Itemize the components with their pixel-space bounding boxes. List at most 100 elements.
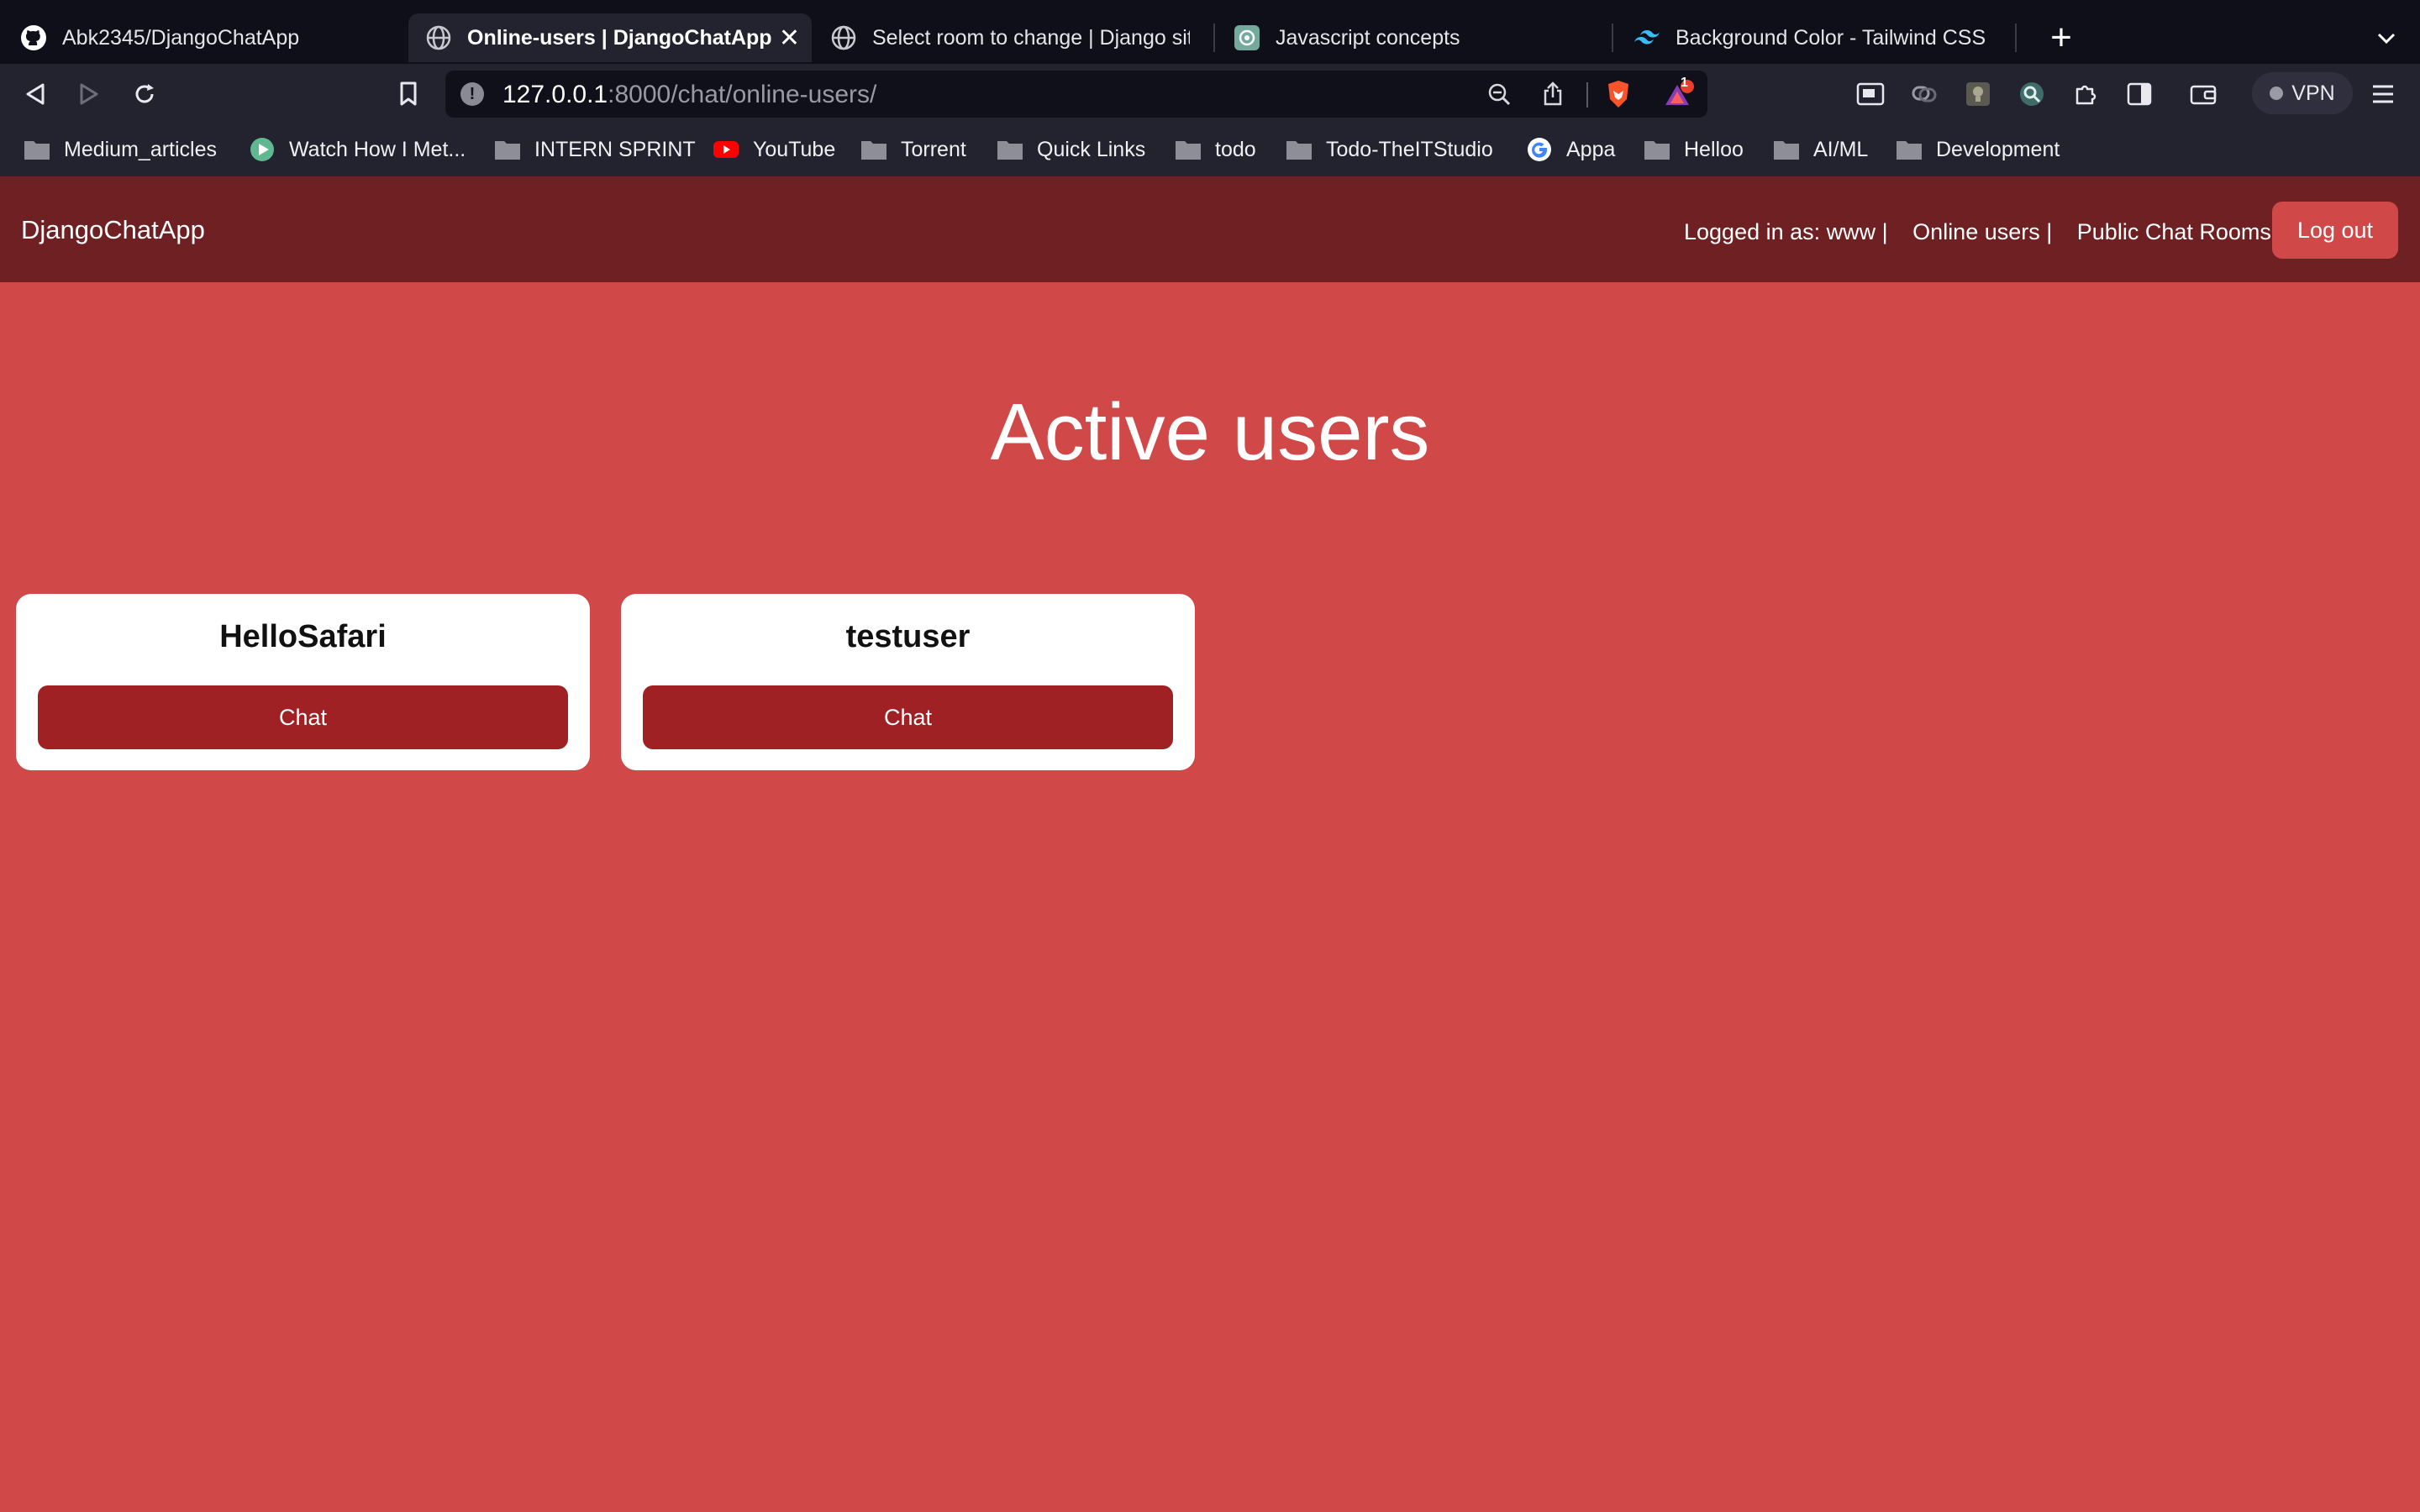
tab-title: Select room to change | Django site (872, 25, 1190, 50)
page-title: Active users (990, 387, 1430, 477)
bookmark-label: Development (1936, 137, 2060, 161)
wallet-icon[interactable] (2185, 76, 2222, 113)
extension-bulb-icon[interactable] (1960, 76, 1996, 113)
tab-title: Javascript concepts (1276, 25, 1460, 50)
bookmark-helloo[interactable]: Helloo (1644, 134, 1744, 165)
chat-button[interactable]: Chat (643, 685, 1173, 749)
logout-button[interactable]: Log out (2272, 202, 2398, 259)
sidebar-toggle-icon[interactable] (2121, 76, 2158, 113)
extension-link-icon[interactable] (1906, 76, 1943, 113)
bookmarks-bar: Medium_articles Watch How I Met... INTER… (0, 124, 2420, 176)
tab-title: Abk2345/DjangoChatApp (62, 25, 300, 50)
site-info-icon[interactable]: ! (460, 82, 484, 106)
url-host: 127.0.0.1 (502, 81, 608, 108)
tab-select-room[interactable]: Select room to change | Django site (813, 13, 1207, 62)
folder-icon (860, 138, 887, 161)
folder-icon (24, 138, 50, 161)
logged-in-status: Logged in as: www | (1684, 219, 1888, 244)
tab-javascript-concepts[interactable]: Javascript concepts (1217, 13, 1603, 62)
tab-github[interactable]: Abk2345/DjangoChatApp (3, 13, 403, 62)
folder-icon (1644, 138, 1670, 161)
bookmark-appa[interactable]: Appa (1526, 134, 1615, 165)
back-icon[interactable] (17, 76, 54, 113)
bookmark-icon[interactable] (390, 76, 427, 113)
new-tab-button[interactable]: + (2037, 13, 2086, 62)
tab-tailwind[interactable]: Background Color - Tailwind CSS (1617, 13, 2017, 62)
user-card: testuser Chat (621, 594, 1195, 770)
tab-title: Online-users | DjangoChatApp (467, 25, 772, 50)
folder-icon (1175, 138, 1202, 161)
bookmark-label: Medium_articles (64, 137, 218, 161)
url-text[interactable]: 127.0.0.1:8000/chat/online-users/ (502, 81, 876, 109)
bookmark-label: INTERN SPRINT (534, 137, 696, 161)
user-card-name: testuser (845, 619, 971, 654)
share-icon[interactable] (1534, 76, 1571, 113)
bookmark-label: AI/ML (1813, 137, 1869, 161)
zoom-out-icon[interactable] (1481, 76, 1518, 113)
tab-online-users[interactable]: Online-users | DjangoChatApp ✕ (408, 13, 812, 62)
bookmark-watch-how-i-met[interactable]: Watch How I Met... (249, 134, 466, 165)
youtube-icon (713, 138, 739, 161)
bookmark-quick-links[interactable]: Quick Links (997, 134, 1145, 165)
play-icon (249, 138, 276, 161)
browser-toolbar: ! 127.0.0.1:8000/chat/online-users/ 1 VP… (0, 64, 2420, 124)
rewards-badge: 1 (1681, 76, 1688, 90)
openai-icon (1234, 24, 1260, 51)
bookmark-development[interactable]: Development (1896, 134, 2060, 165)
vpn-status-icon (2270, 87, 2284, 100)
address-bar[interactable]: ! 127.0.0.1:8000/chat/online-users/ 1 (445, 71, 1707, 118)
brave-shields-icon[interactable] (1600, 76, 1637, 113)
globe-icon (830, 24, 857, 51)
globe-icon (425, 24, 452, 51)
vpn-button[interactable]: VPN (2252, 72, 2353, 114)
tab-title: Background Color - Tailwind CSS (1676, 25, 1986, 50)
close-tab-icon[interactable]: ✕ (779, 24, 800, 53)
user-card: HelloSafari Chat (16, 594, 590, 770)
site-navbar: DjangoChatApp Logged in as: www | Online… (0, 176, 2420, 282)
bookmark-label: YouTube (753, 137, 836, 161)
site-brand-link[interactable]: DjangoChatApp (21, 215, 205, 245)
nav-public-chat-rooms-link[interactable]: Public Chat Rooms | (2077, 219, 2284, 244)
folder-icon (1286, 138, 1313, 161)
brave-rewards-icon[interactable]: 1 (1660, 76, 1697, 113)
bookmark-youtube[interactable]: YouTube (713, 134, 835, 165)
browser-tab-bar: Abk2345/DjangoChatApp Online-users | Dja… (0, 0, 2420, 64)
bookmark-todo-theitstudio[interactable]: Todo-TheITStudio (1286, 134, 1493, 165)
extensions-puzzle-icon[interactable] (2067, 76, 2104, 113)
nav-online-users-link[interactable]: Online users | (1912, 219, 2052, 244)
bookmark-label: Todo-TheITStudio (1326, 137, 1493, 161)
github-icon (20, 24, 47, 51)
bookmark-label: Torrent (901, 137, 966, 161)
menu-hamburger-icon[interactable] (2365, 76, 2402, 113)
bookmark-label: Helloo (1684, 137, 1744, 161)
bookmark-label: Quick Links (1037, 137, 1146, 161)
tab-list-chevron-icon[interactable] (2370, 18, 2403, 59)
forward-icon[interactable] (71, 76, 108, 113)
bookmark-todo[interactable]: todo (1175, 134, 1256, 165)
user-card-name: HelloSafari (219, 619, 387, 654)
bookmark-torrent[interactable]: Torrent (860, 134, 966, 165)
folder-icon (997, 138, 1023, 161)
picture-in-picture-icon[interactable] (1852, 76, 1889, 113)
folder-icon (1896, 138, 1923, 161)
bookmark-medium-articles[interactable]: Medium_articles (24, 134, 217, 165)
tab-separator (1612, 24, 1613, 52)
folder-icon (494, 138, 521, 161)
tab-separator (1213, 24, 1215, 52)
bookmark-label: todo (1215, 137, 1256, 161)
bookmark-intern-sprint[interactable]: INTERN SPRINT (494, 134, 696, 165)
chat-button[interactable]: Chat (38, 685, 568, 749)
folder-icon (1773, 138, 1800, 161)
bookmark-label: Appa (1566, 137, 1616, 161)
url-divider (1586, 82, 1588, 108)
vpn-label: VPN (2291, 81, 2335, 105)
bookmark-ai-ml[interactable]: AI/ML (1773, 134, 1868, 165)
bookmark-label: Watch How I Met... (289, 137, 466, 161)
tab-separator (2015, 24, 2017, 52)
url-path: :8000/chat/online-users/ (608, 81, 877, 108)
extension-search-icon[interactable] (2013, 76, 2050, 113)
tailwind-icon (1634, 24, 1660, 51)
google-icon (1526, 138, 1553, 161)
nav-links: Logged in as: www | Online users | Publi… (1684, 219, 2302, 245)
reload-icon[interactable] (126, 76, 163, 113)
